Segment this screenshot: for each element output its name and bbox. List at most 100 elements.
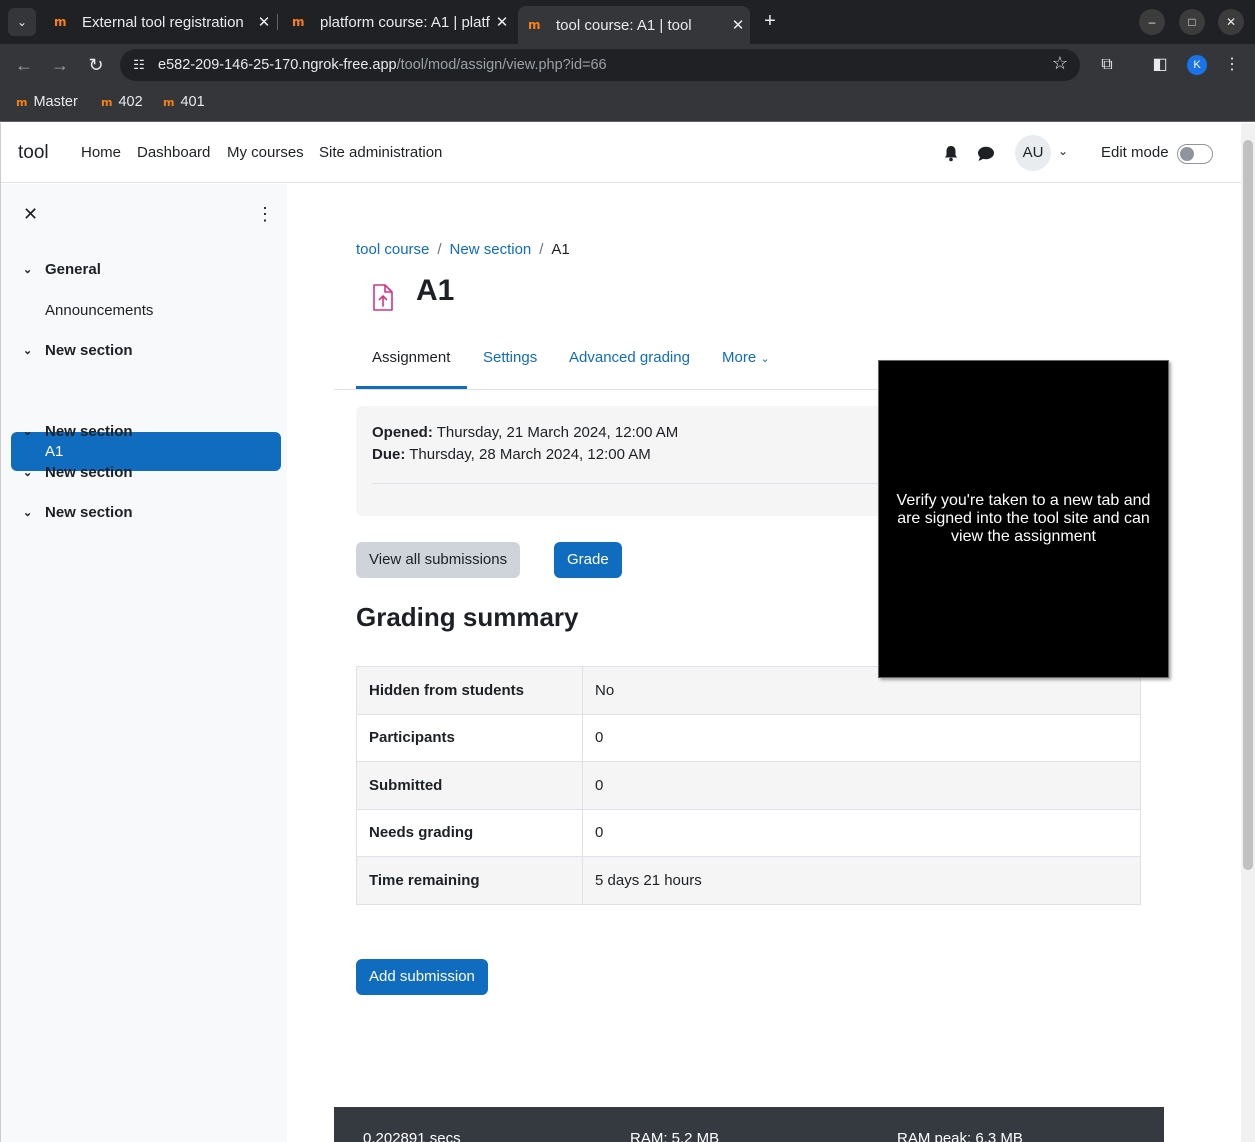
table-row: Needs grading 0	[356, 808, 1141, 857]
nav-dashboard[interactable]: Dashboard	[137, 144, 210, 161]
chevron-down-icon[interactable]: ⌄	[23, 466, 37, 479]
bookmark-402[interactable]: m 402	[101, 94, 143, 110]
browser-tabstrip: ⌄ m External tool registration ✕ m platf…	[0, 0, 1255, 44]
footer-ram-peak: RAM peak: 6.3 MB	[897, 1130, 1023, 1142]
breadcrumb-section[interactable]: New section	[450, 241, 532, 258]
site-info-icon[interactable]: ☷	[120, 57, 158, 73]
row-value: 5 days 21 hours	[582, 856, 1141, 905]
nav-my-courses[interactable]: My courses	[227, 144, 304, 161]
add-submission-button[interactable]: Add submission	[356, 959, 488, 995]
activity-announcements[interactable]: Announcements	[45, 302, 153, 319]
close-tab-icon[interactable]: ✕	[490, 13, 514, 31]
user-avatar[interactable]: AU	[1015, 135, 1051, 171]
close-tab-icon[interactable]: ✕	[252, 13, 276, 31]
row-value: 0	[582, 713, 1141, 762]
maximize-icon[interactable]: □	[1179, 9, 1205, 35]
moodle-favicon-icon: m	[528, 18, 541, 32]
breadcrumb-separator: /	[437, 241, 442, 258]
course-section-new-4[interactable]: ⌄ New section	[23, 504, 133, 521]
tab-separator	[277, 14, 278, 30]
close-window-icon[interactable]: ✕	[1218, 9, 1244, 35]
course-section-general[interactable]: ⌄ General	[23, 261, 101, 278]
bookmarks-bar: m Master m 402 m 401	[0, 86, 1255, 122]
due-date: Due: Thursday, 28 March 2024, 12:00 AM	[372, 446, 651, 463]
breadcrumb: tool course / New section / A1	[356, 241, 570, 258]
browser-tab-platform-course[interactable]: m platform course: A1 | platform ✕	[282, 6, 514, 38]
side-panel-icon[interactable]: ◧	[1148, 53, 1172, 77]
table-row: Participants 0	[356, 713, 1141, 762]
chevron-down-icon: ⌄	[760, 353, 770, 365]
close-drawer-icon[interactable]: ✕	[23, 204, 38, 225]
scrollbar-thumb[interactable]	[1243, 140, 1253, 870]
reload-icon[interactable]: ↻	[83, 52, 109, 78]
page-title: A1	[416, 274, 455, 307]
row-label: Hidden from students	[356, 666, 583, 715]
tab-more-label: More	[722, 349, 757, 366]
active-tab-underline	[356, 386, 467, 389]
edit-mode-label: Edit mode	[1101, 144, 1169, 161]
chevron-down-icon[interactable]: ⌄	[23, 344, 37, 357]
grading-summary-heading: Grading summary	[356, 602, 579, 632]
tab-advanced-grading[interactable]: Advanced grading	[569, 349, 690, 366]
section-label: New section	[45, 423, 133, 440]
minimize-icon[interactable]: –	[1139, 9, 1165, 35]
performance-footer: 0.202891 secs RAM: 5.2 MB RAM peak: 6.3 …	[334, 1107, 1164, 1142]
chevron-down-icon[interactable]: ⌄	[23, 506, 37, 519]
chevron-down-icon[interactable]: ⌄	[23, 263, 37, 276]
tab-more[interactable]: More ⌄	[722, 349, 770, 366]
grade-button[interactable]: Grade	[554, 542, 622, 578]
chevron-down-icon[interactable]: ⌄	[23, 425, 37, 438]
section-label: New section	[45, 464, 133, 481]
course-index-options-icon[interactable]: ⋮	[256, 204, 274, 225]
moodle-favicon-icon: m	[292, 15, 305, 29]
tab-search-button[interactable]: ⌄	[8, 8, 36, 36]
row-label: Needs grading	[356, 808, 583, 857]
row-value: 0	[582, 808, 1141, 857]
new-tab-icon[interactable]: +	[758, 9, 782, 33]
tab-title: platform course: A1 | platform	[320, 13, 490, 31]
browser-tab-external-tool[interactable]: m External tool registration ✕	[44, 6, 276, 38]
user-menu-chevron-down-icon[interactable]: ⌄	[1058, 144, 1068, 158]
bookmark-label: 402	[118, 94, 143, 110]
course-section-new-3[interactable]: ⌄ New section	[23, 464, 133, 481]
section-label: New section	[45, 504, 133, 521]
messages-chat-icon[interactable]	[977, 146, 995, 162]
notifications-bell-icon[interactable]	[943, 145, 959, 162]
due-value: Thursday, 28 March 2024, 12:00 AM	[409, 446, 651, 463]
moodle-favicon-icon: m	[16, 95, 28, 109]
nav-site-administration[interactable]: Site administration	[319, 144, 442, 161]
tab-title: External tool registration	[82, 13, 244, 31]
breadcrumb-course[interactable]: tool course	[356, 241, 429, 258]
opened-value: Thursday, 21 March 2024, 12:00 AM	[436, 424, 679, 441]
tab-assignment[interactable]: Assignment	[372, 349, 450, 366]
profile-avatar[interactable]: K	[1187, 55, 1207, 75]
bookmark-401[interactable]: m 401	[163, 94, 205, 110]
site-brand[interactable]: tool	[18, 142, 49, 164]
row-label: Submitted	[356, 761, 583, 810]
course-section-new-2[interactable]: ⌄ New section	[23, 423, 133, 440]
browser-tab-tool-course[interactable]: m tool course: A1 | tool ✕	[518, 6, 750, 44]
url-path: /tool/mod/assign/view.php?id=66	[396, 57, 607, 73]
row-label: Time remaining	[356, 856, 583, 905]
bookmark-star-icon[interactable]: ☆	[1052, 53, 1068, 74]
due-label: Due:	[372, 446, 406, 463]
tab-title: tool course: A1 | tool	[556, 16, 692, 34]
address-bar[interactable]: ☷ e582-209-146-25-170.ngrok-free.app /to…	[120, 49, 1080, 81]
bookmark-label: 401	[180, 94, 205, 110]
table-row: Time remaining 5 days 21 hours	[356, 856, 1141, 905]
course-section-new-1[interactable]: ⌄ New section	[23, 342, 133, 359]
instruction-text: Verify you're taken to a new tab and are…	[896, 492, 1151, 545]
tab-settings[interactable]: Settings	[483, 349, 537, 366]
browser-menu-icon[interactable]: ⋮	[1220, 53, 1244, 77]
forward-icon[interactable]: →	[47, 52, 73, 78]
primary-navbar: tool Home Dashboard My courses Site admi…	[1, 123, 1241, 183]
bookmark-master[interactable]: m Master	[16, 94, 78, 110]
instruction-overlay: Verify you're taken to a new tab and are…	[878, 360, 1169, 678]
nav-home[interactable]: Home	[81, 144, 121, 161]
close-tab-icon[interactable]: ✕	[726, 16, 750, 34]
view-all-submissions-button[interactable]: View all submissions	[356, 542, 521, 578]
edit-mode-toggle[interactable]	[1177, 144, 1213, 164]
back-icon[interactable]: ←	[11, 52, 37, 78]
footer-secs: 0.202891 secs	[363, 1130, 461, 1142]
extensions-icon[interactable]: ⧉	[1095, 53, 1119, 77]
